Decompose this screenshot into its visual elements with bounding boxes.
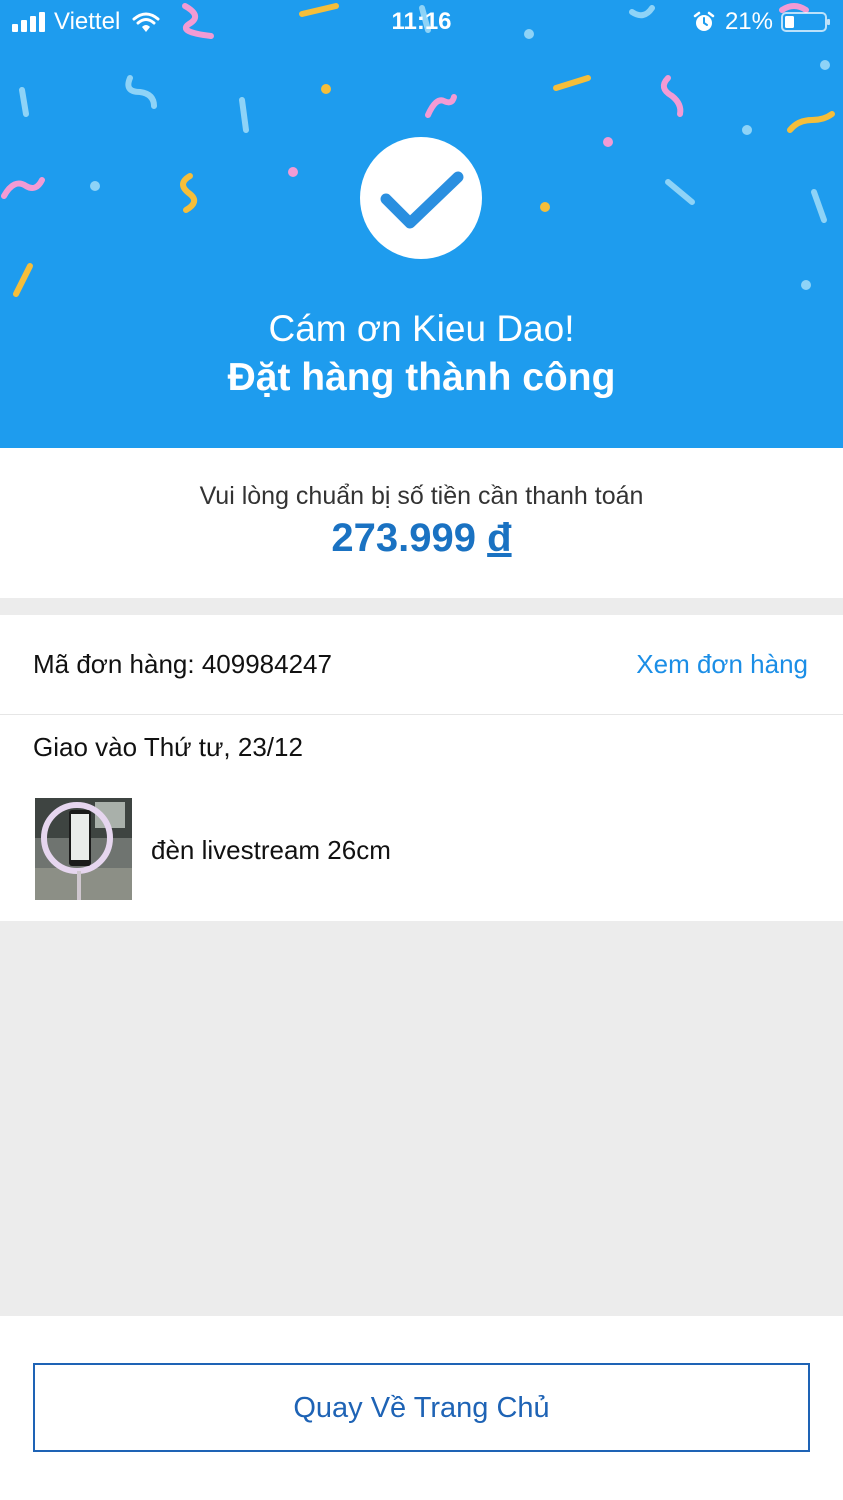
alarm-icon (693, 11, 715, 31)
ring-light-product-image (35, 798, 132, 900)
checkmark-icon (380, 171, 464, 229)
currency-symbol: đ (487, 516, 512, 560)
product-name: đèn livestream 26cm (151, 835, 391, 865)
payment-summary: Vui lòng chuẩn bị số tiền cần thanh toán… (0, 448, 843, 598)
amount-value: 273.999 (331, 516, 477, 560)
back-to-home-button[interactable]: Quay Về Trang Chủ (33, 1363, 810, 1452)
order-id-row: Mã đơn hàng: 409984247 Xem đơn hàng (0, 615, 843, 715)
battery-icon (781, 12, 830, 32)
battery-percent: 21% (724, 8, 773, 35)
order-id: Mã đơn hàng: 409984247 (33, 649, 332, 679)
payment-instruction: Vui lòng chuẩn bị số tiền cần thanh toán (199, 482, 644, 510)
success-check-badge (360, 137, 482, 259)
payment-amount: 273.999 đ (0, 516, 843, 561)
delivery-date: Giao vào Thứ tư, 23/12 (33, 732, 303, 762)
order-details: Mã đơn hàng: 409984247 Xem đơn hàng Giao… (0, 615, 843, 921)
thank-you-message: Cám ơn Kieu Dao! (268, 308, 575, 349)
status-bar: Viettel 11:16 21% (0, 0, 843, 44)
view-order-link[interactable]: Xem đơn hàng (636, 649, 808, 680)
order-success-title: Đặt hàng thành công (227, 356, 616, 399)
success-header: Viettel 11:16 21% Cám ơn Kieu Dao! Đặt h… (0, 0, 843, 448)
product-thumbnail (35, 798, 132, 900)
footer-bar: Quay Về Trang Chủ (0, 1316, 843, 1500)
